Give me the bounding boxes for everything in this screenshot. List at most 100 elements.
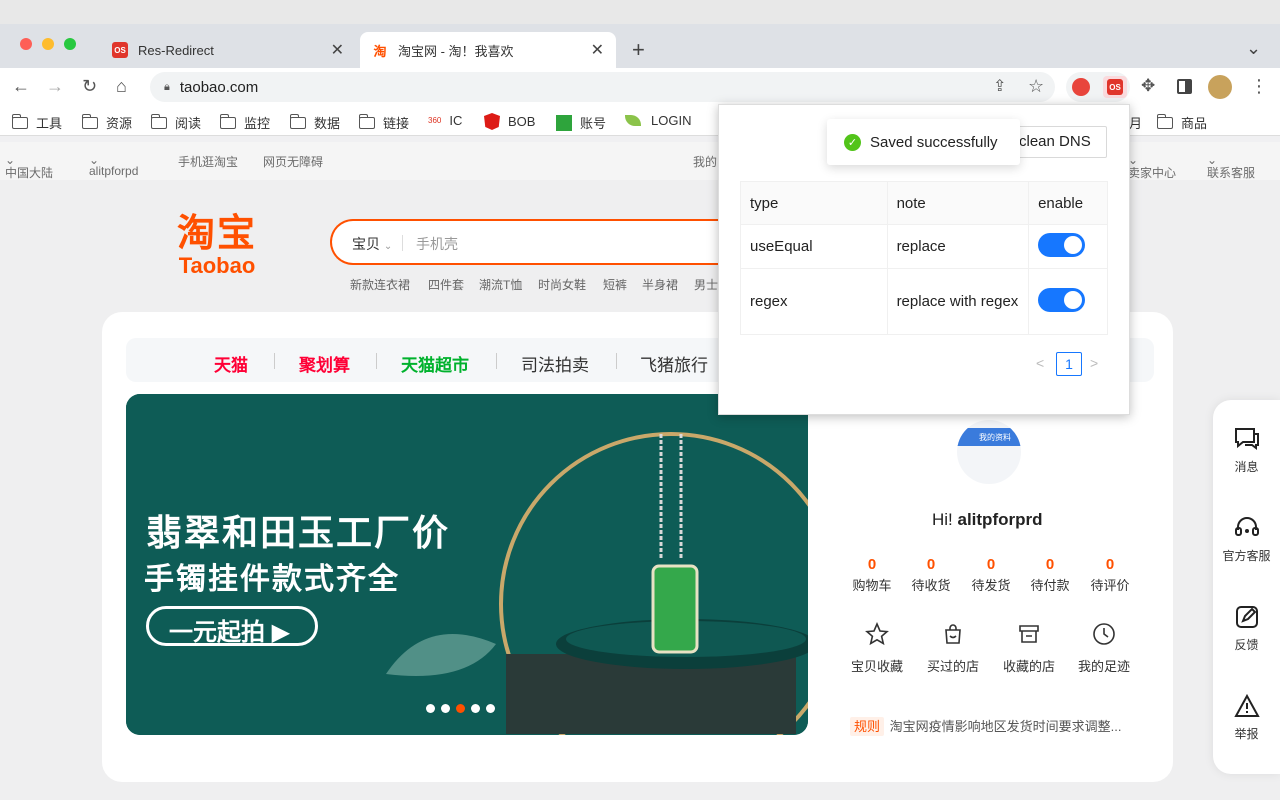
bookmark-item[interactable]: 数据 <box>289 113 340 132</box>
channel-tmall[interactable]: 天猫 <box>214 351 248 376</box>
cell-type: useEqual <box>740 224 888 269</box>
enable-toggle[interactable] <box>1038 287 1086 312</box>
carousel-dot[interactable] <box>426 704 435 713</box>
prev-page-button[interactable]: < <box>1036 355 1044 371</box>
accessibility-link[interactable]: 网页无障碍 <box>263 153 323 170</box>
hot-word[interactable]: 时尚女鞋 <box>538 276 586 293</box>
tab-taobao[interactable]: 淘 淘宝网 - 淘！我喜欢 ✕ <box>360 32 616 68</box>
hot-word[interactable]: 半身裙 <box>642 276 678 293</box>
puzzle-extensions-icon[interactable]: ✥ <box>1141 76 1155 96</box>
quick-footprints[interactable]: 我的足迹 <box>1069 622 1139 675</box>
user-menu[interactable]: alitpforpd ⌄ <box>89 153 138 178</box>
bookmark-item[interactable]: 账号 <box>556 113 606 132</box>
promo-banner[interactable]: 翡翠和田玉工厂价 手镯挂件款式齐全 一元起拍 ▶ <box>126 394 808 735</box>
sidebar-messages[interactable]: 消息 <box>1213 426 1280 475</box>
logo-en: Taobao <box>178 253 256 278</box>
region-select[interactable]: 中国大陆 ⌄ <box>5 153 53 180</box>
close-window-icon[interactable] <box>20 38 32 50</box>
new-tab-button[interactable]: + <box>632 37 645 63</box>
tab-search-button[interactable]: ⌄ <box>1246 38 1261 59</box>
quick-fav-shops[interactable]: 收藏的店 <box>994 622 1064 675</box>
stat-to-ship[interactable]: 0 待发货 <box>966 556 1016 594</box>
carousel-dot[interactable] <box>441 704 450 713</box>
taobao-logo[interactable]: 淘宝 Taobao <box>167 214 267 278</box>
360-icon: 360 <box>428 116 442 125</box>
bookmark-item[interactable]: 阅读 <box>150 113 201 132</box>
carousel-dot[interactable] <box>486 704 495 713</box>
column-header: enable <box>1028 181 1108 225</box>
hot-word[interactable]: 短裤 <box>603 276 627 293</box>
close-tab-icon[interactable]: ✕ <box>591 40 604 60</box>
share-icon[interactable]: ⇪ <box>993 76 1006 96</box>
bookmark-item[interactable]: 月 <box>1129 113 1142 132</box>
maximize-window-icon[interactable] <box>64 38 76 50</box>
channel-fliggy[interactable]: 飞猪旅行 <box>640 351 708 376</box>
reload-icon[interactable]: ↻ <box>82 76 97 97</box>
stat-cart[interactable]: 0 购物车 <box>847 556 897 594</box>
redirect-extension-icon: OS <box>112 42 128 58</box>
search-divider <box>402 235 403 251</box>
channel-tmall-supermarket[interactable]: 天猫超市 <box>401 351 469 376</box>
search-scope-select[interactable]: 宝贝 ⌄ <box>352 234 392 254</box>
quick-favorites[interactable]: 宝贝收藏 <box>842 622 912 675</box>
sidebar-report[interactable]: 举报 <box>1213 693 1280 742</box>
channel-juhuasuan[interactable]: 聚划算 <box>299 351 350 376</box>
page-1-button[interactable]: 1 <box>1056 352 1082 376</box>
success-toast: ✓ Saved successfully <box>827 119 1020 165</box>
quick-bought-shops[interactable]: 买过的店 <box>918 622 988 675</box>
side-panel-icon[interactable] <box>1177 79 1192 94</box>
sidebar-customer-service[interactable]: 官方客服 <box>1213 515 1280 564</box>
home-icon[interactable]: ⌂ <box>116 76 127 97</box>
contact-service-link[interactable]: 联系客服 ⌄ <box>1207 153 1255 180</box>
carousel-dot[interactable] <box>471 704 480 713</box>
tab-res-redirect[interactable]: OS Res-Redirect ✕ <box>100 32 356 68</box>
sidebar-feedback[interactable]: 反馈 <box>1213 604 1280 653</box>
address-bar[interactable]: 🔒︎ taobao.com <box>150 72 1055 102</box>
lock-icon[interactable]: 🔒︎ <box>164 81 170 94</box>
hot-word[interactable]: 新款连衣裙 <box>350 276 410 293</box>
my-taobao-link[interactable]: 我的 <box>693 153 717 170</box>
table-row: useEqual replace <box>740 224 1108 269</box>
avatar[interactable]: 我的资料 <box>957 420 1021 484</box>
carousel-dot-active[interactable] <box>456 704 465 713</box>
edit-icon <box>1235 606 1258 628</box>
stat-to-pay[interactable]: 0 待付款 <box>1025 556 1075 594</box>
banner-subheadline: 手镯挂件款式齐全 <box>144 563 400 596</box>
bookmark-item[interactable]: LOGIN <box>625 113 691 128</box>
notice-tag: 规则 <box>850 717 885 736</box>
bookmark-item[interactable]: 工具 <box>11 113 62 132</box>
window-top-bar <box>0 0 1280 24</box>
bookmark-item[interactable]: 360 IC <box>428 113 462 128</box>
search-input[interactable]: 手机壳 <box>416 234 458 254</box>
next-page-button[interactable]: > <box>1090 355 1098 371</box>
mobile-taobao-link[interactable]: 手机逛淘宝 <box>178 153 238 170</box>
close-tab-icon[interactable]: ✕ <box>331 40 344 60</box>
bookmark-item[interactable]: 链接 <box>358 113 409 132</box>
menu-kebab-icon[interactable]: ⋮ <box>1250 76 1268 97</box>
service-sidebar: 消息 官方客服 反馈 举报 <box>1213 400 1280 774</box>
profile-avatar[interactable] <box>1208 75 1232 99</box>
minimize-window-icon[interactable] <box>42 38 54 50</box>
hot-word[interactable]: 四件套 <box>428 276 464 293</box>
lollipop-extension-icon[interactable] <box>1072 78 1090 96</box>
banner-cta-button[interactable]: 一元起拍 ▶ <box>146 606 318 646</box>
res-redirect-extension-button[interactable]: OS <box>1103 76 1127 98</box>
forward-icon[interactable]: → <box>46 76 64 97</box>
bookmark-label: 资源 <box>106 116 133 131</box>
back-icon[interactable]: ← <box>12 76 30 97</box>
enable-toggle[interactable] <box>1038 232 1086 257</box>
bookmark-item[interactable]: BOB <box>484 113 535 130</box>
bookmark-item[interactable]: 商品 <box>1156 113 1207 132</box>
hot-word[interactable]: 潮流T恤 <box>479 276 522 293</box>
hot-word[interactable]: 男士 <box>694 276 718 293</box>
angular-icon <box>484 113 500 130</box>
stat-to-review[interactable]: 0 待评价 <box>1085 556 1135 594</box>
stat-to-receive[interactable]: 0 待收货 <box>906 556 956 594</box>
channel-divider <box>376 353 377 369</box>
bookmark-item[interactable]: 资源 <box>81 113 133 132</box>
channel-judicial-auction[interactable]: 司法拍卖 <box>521 351 589 376</box>
bookmark-star-icon[interactable]: ☆ <box>1028 76 1044 97</box>
bookmark-item[interactable]: 监控 <box>219 113 270 132</box>
notice-item[interactable]: 规则 淘宝网疫情影响地区发货时间要求调整... <box>850 716 1121 736</box>
channel-divider <box>274 353 275 369</box>
